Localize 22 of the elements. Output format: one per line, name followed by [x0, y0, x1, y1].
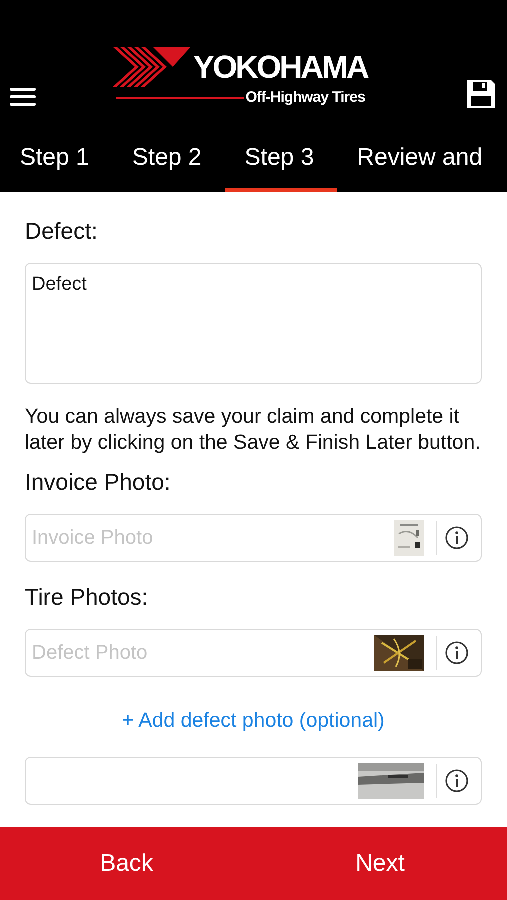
save-icon[interactable] [465, 78, 497, 110]
defect-field[interactable]: Defect [25, 263, 482, 384]
field-label: Defect: [25, 218, 99, 245]
logo-tagline: Off-Highway Tires [246, 89, 366, 106]
info-icon[interactable] [445, 641, 469, 665]
step-tab[interactable]: Step 1 [0, 132, 112, 192]
logo-mark-icon [113, 47, 192, 87]
field-placeholder: Defect Photo [32, 642, 149, 664]
info-icon[interactable] [445, 769, 469, 793]
field-placeholder: Invoice Photo [32, 526, 154, 550]
nav-button[interactable]: Next [254, 827, 507, 900]
add-photo-link[interactable]: + Add defect photo (optional) [122, 709, 385, 733]
logo-wordmark: YOKOHAMA [193, 48, 368, 86]
step-tab[interactable]: Step 2 [112, 132, 225, 192]
nav-button[interactable]: Back [0, 827, 254, 900]
field-label: Invoice Photo: [25, 469, 172, 496]
help-text: You can always save your claim and complete it later by clicking on the Save & Finish Later button. [25, 404, 482, 456]
photo-field[interactable] [25, 757, 482, 805]
info-icon[interactable] [445, 526, 469, 550]
step-tab[interactable]: Review and [337, 132, 506, 192]
field-label: Tire Photos: [25, 584, 150, 611]
menu-icon[interactable] [10, 87, 36, 107]
